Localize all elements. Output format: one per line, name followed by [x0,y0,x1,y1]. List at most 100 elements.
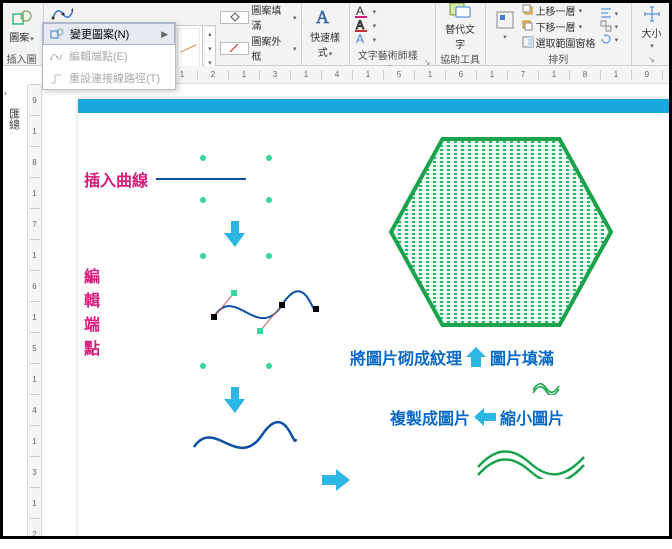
editing-curve-shape[interactable] [210,287,320,335]
size-icon [643,5,661,23]
ruler-tick: 7 [507,70,538,80]
menu-reroute-label: 重設連接線路徑(T) [69,70,160,86]
arrow-up-icon [466,347,486,367]
small-wave-shape[interactable] [532,381,560,395]
quick-style-button[interactable]: A 快速樣式 [306,9,345,57]
shape-outline-label: 圖案外框 [251,33,290,63]
selection-pane-icon [522,36,534,48]
svg-text:A: A [356,4,364,18]
ruler-tick: 4 [30,394,40,425]
ruler-tick: 1 [352,70,383,80]
bring-forward-button[interactable]: 上移一層 [522,3,596,18]
change-shape-icon [50,27,64,41]
label-texture: 將圖片砌成紋理 [350,345,462,369]
text-fill-button[interactable]: A [354,4,377,18]
svg-text:A: A [356,32,364,46]
align-button[interactable] [600,7,619,19]
size-label: 大小 [640,25,663,51]
ruler-tick: 1 [662,70,672,80]
vertical-ruler[interactable]: 918171615141312 [28,84,42,539]
svg-text:A: A [316,7,329,27]
ruler-tick: 1 [30,487,40,518]
ruler-tick: 5 [30,332,40,363]
document-canvas[interactable]: 插入曲線 編輯端點 [42,84,672,539]
arrow-down-icon [224,387,244,407]
arrow-right-icon [322,469,350,494]
label-insert-curve: 插入曲線 [84,167,148,191]
text-fill-A-icon: A [354,4,370,18]
reroute-icon [49,71,63,85]
edit-shape-dropdown: 變更圖案(N) ▶ 編輯端點(E) 重設連接線路徑(T) [42,22,176,90]
bucket-icon [220,11,249,24]
label-copy: 複製成圖片 [390,405,470,429]
insert-shape-label: 圖案 [9,29,34,44]
shape-outline-button[interactable]: 圖案外框 [220,33,296,63]
ruler-tick: 5 [383,70,414,80]
menu-edit-points-label: 編輯端點(E) [69,48,128,64]
pane-toggle[interactable]: › [0,84,27,102]
selection-pane-button[interactable]: 選取範圍窗格 [522,35,596,50]
align-icon [600,7,612,19]
menu-change-shape[interactable]: 變更圖案(N) ▶ [43,23,175,45]
pane-title: 匯總 [6,108,22,130]
ruler-tick: 1 [414,70,445,80]
ruler-tick: 6 [445,70,476,80]
bring-forward-label: 上移一層 [536,3,576,18]
ruler-tick: 3 [30,456,40,487]
pen-outline-icon [220,42,249,55]
group-button[interactable] [600,20,619,32]
page-content: 插入曲線 編輯端點 [78,113,672,141]
alt-text-button[interactable]: 替代文字 [440,2,481,50]
ruler-tick: 1 [476,70,507,80]
ruler-tick: 7 [30,208,40,239]
ruler-tick: 1 [600,70,631,80]
ruler-tick: 1 [30,301,40,332]
shape-fill-button[interactable]: 圖案填滿 [220,2,296,32]
ribbon-group-alt-label: 協助工具 [440,50,481,67]
insert-shape-button[interactable]: 圖案 [4,2,39,50]
alt-text-label: 替代文字 [444,21,477,51]
navigation-pane: › 匯總 [0,84,28,539]
group-icon [600,20,612,32]
text-effects-button[interactable]: A [354,32,377,46]
ruler-tick: 1 [538,70,569,80]
alt-text-icon [449,1,471,19]
ribbon-group-size: 大小 [632,0,672,65]
ruler-tick: 2 [197,70,228,80]
hexagon-shape[interactable] [384,133,618,331]
page-header-bar [78,99,672,113]
rotate-button[interactable] [600,33,619,45]
ruler-tick: 4 [321,70,352,80]
ruler-tick: 1 [30,239,40,270]
page: 插入曲線 編輯端點 [78,99,672,539]
send-backward-button[interactable]: 下移一層 [522,19,596,34]
menu-reroute: 重設連接線路徑(T) [43,67,175,89]
guide-dots [200,253,314,259]
ribbon-group-quick-style: A 快速樣式 [302,0,350,65]
large-wave-shape[interactable] [476,445,574,475]
send-backward-label: 下移一層 [536,19,576,34]
ruler-tick: 8 [30,146,40,177]
final-curve-shape[interactable] [190,419,314,468]
shape-fill-label: 圖案填滿 [251,2,290,32]
ribbon-group-quick-label [306,63,345,65]
ribbon-group-arrange-label: 排列 [490,50,627,67]
text-outline-button[interactable]: A [354,18,377,32]
text-effects-A-icon: A [354,32,370,46]
ribbon-group-size-label[interactable] [636,54,667,65]
guide-dots [200,197,314,203]
selection-pane-label: 選取範圍窗格 [536,35,596,50]
ruler-tick: 1 [30,425,40,456]
arrow-left-icon [474,408,496,426]
inserted-line-shape[interactable] [156,178,246,180]
submenu-arrow-icon: ▶ [161,29,168,40]
ribbon-group-alt-text: 替代文字 協助工具 [436,0,486,65]
shape-style-gallery-more[interactable]: ▴▾▾ [205,25,217,71]
guide-dots [200,155,314,161]
ruler-tick: 6 [30,270,40,301]
ruler-tick: 1 [30,363,40,394]
menu-edit-points: 編輯端點(E) [43,45,175,67]
position-button[interactable] [490,2,520,50]
size-button[interactable]: 大小 [636,4,667,52]
position-icon [496,11,514,29]
